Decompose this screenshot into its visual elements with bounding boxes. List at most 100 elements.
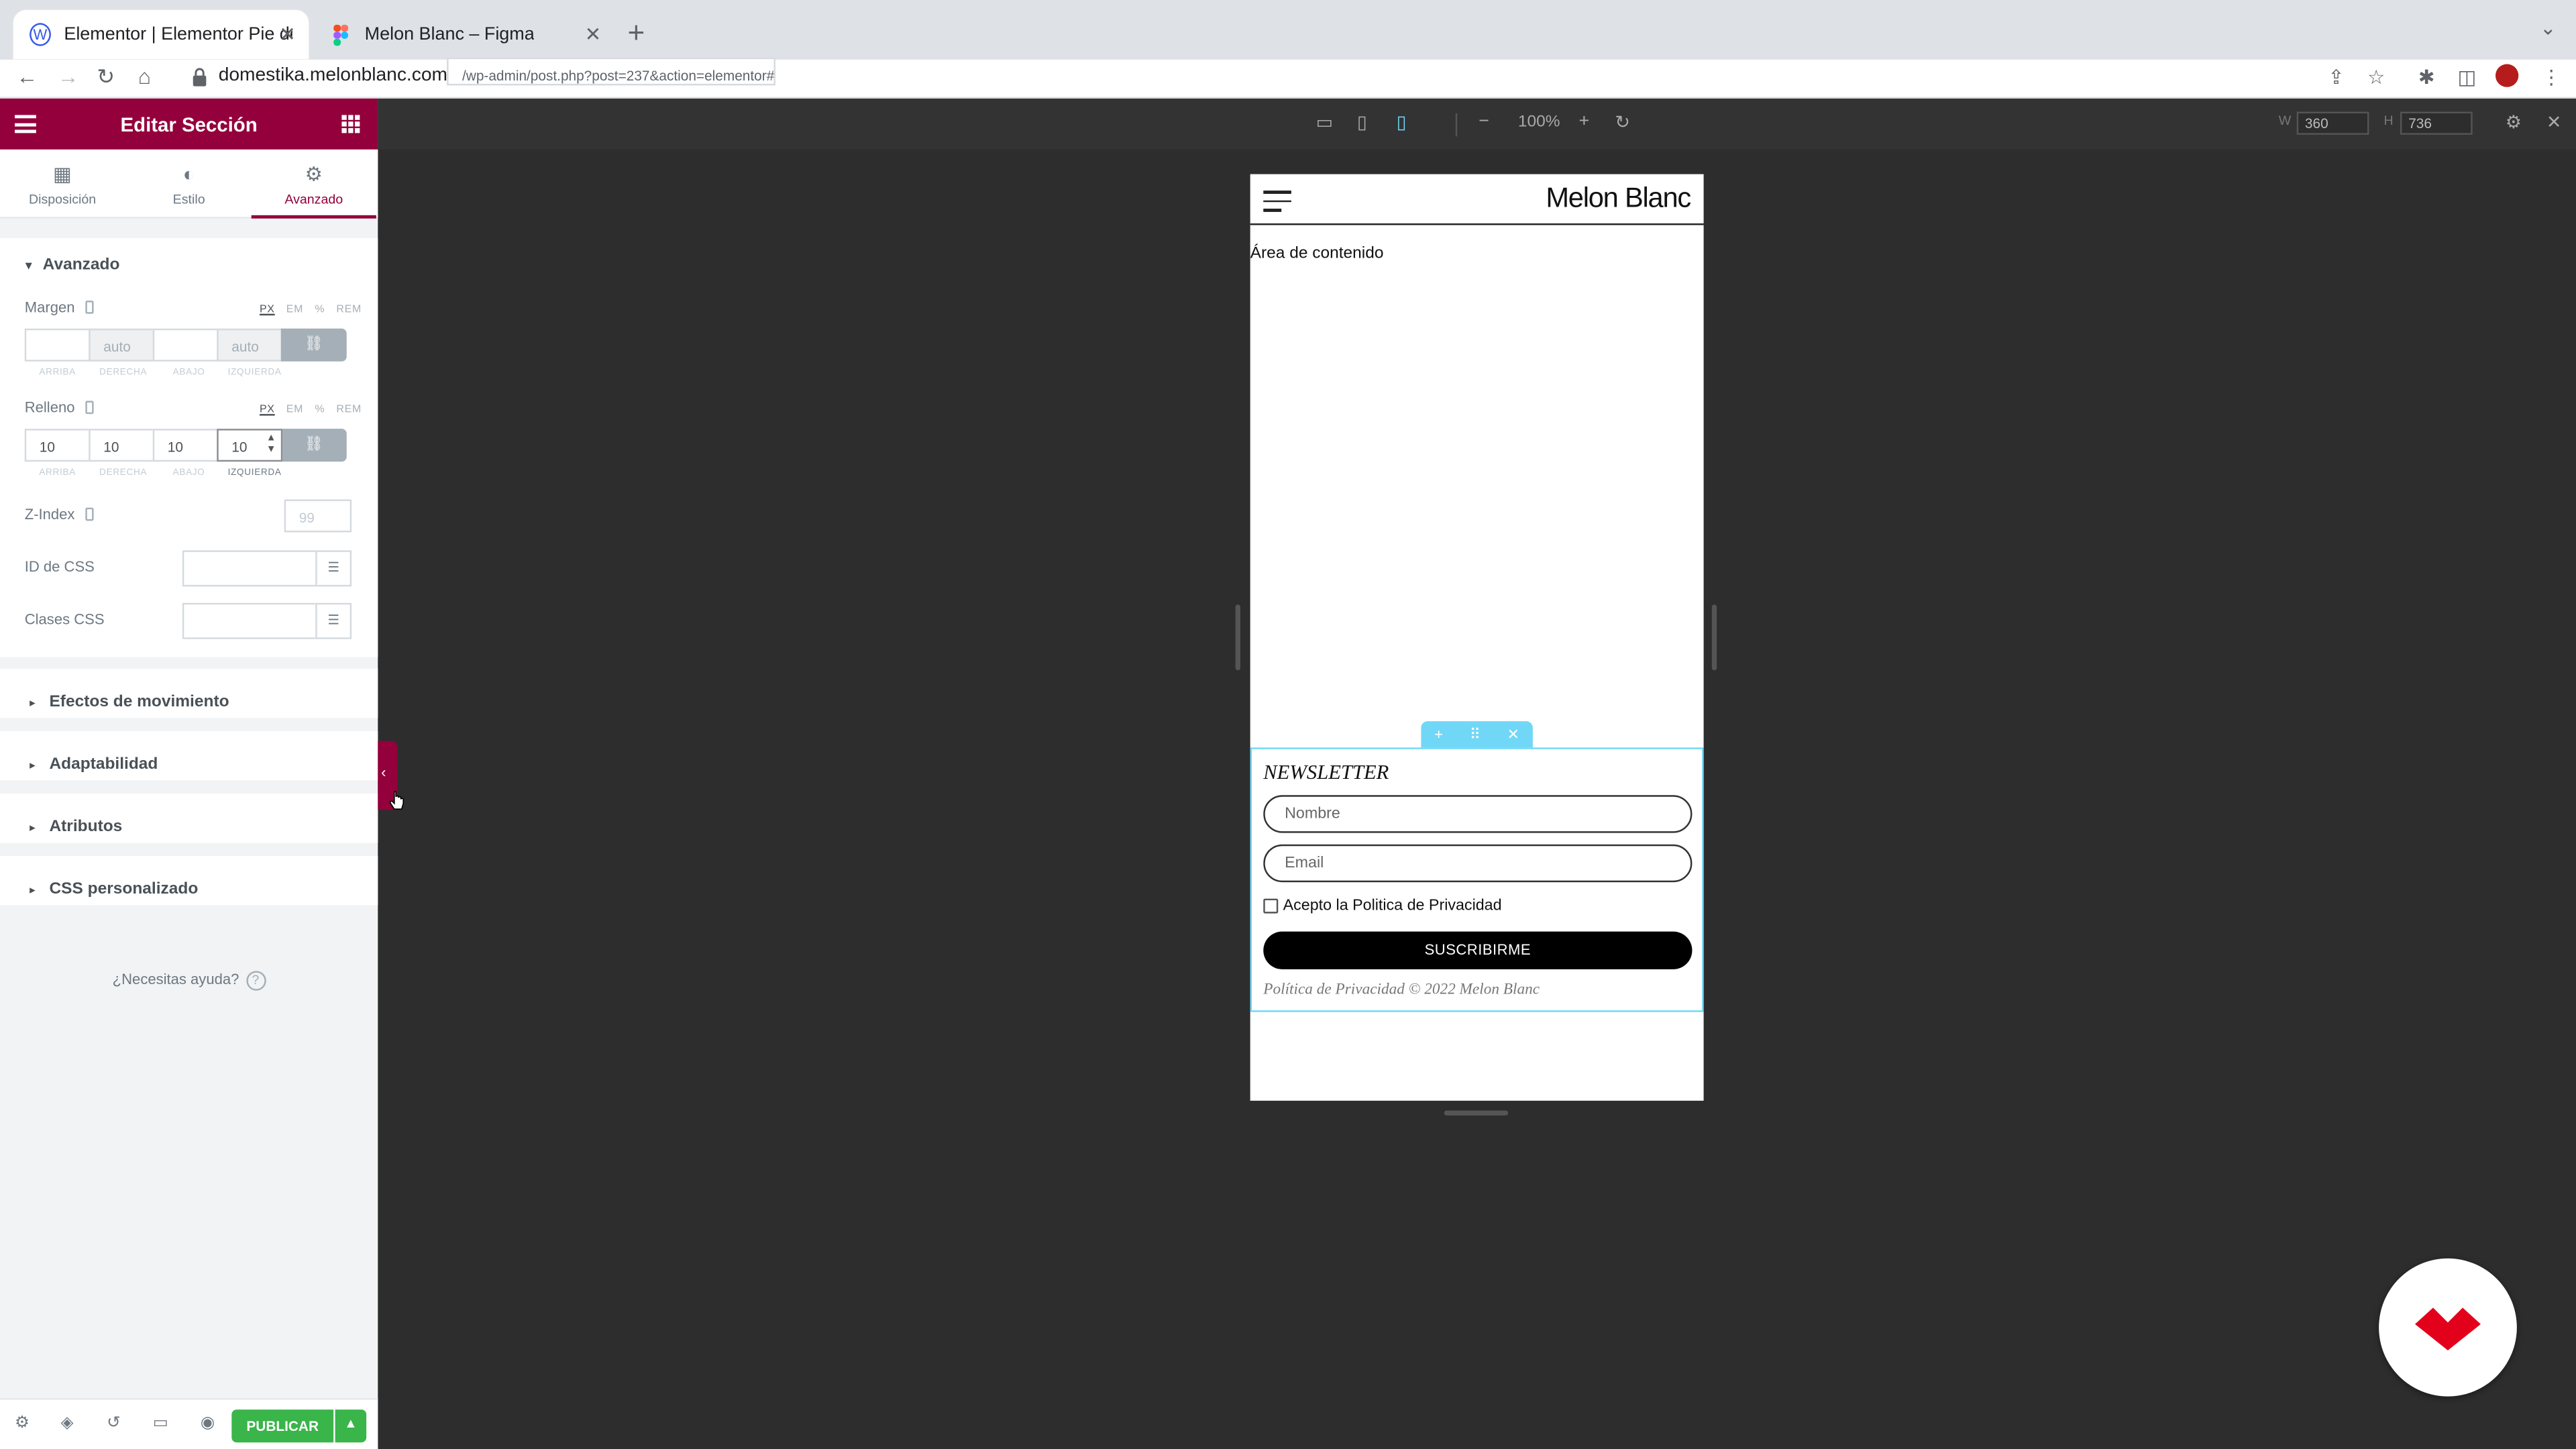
unit-px[interactable]: PX [260,304,275,315]
margin-bottom-input[interactable] [152,328,219,362]
publish-options-button[interactable]: ▲ [335,1409,367,1443]
padding-right-input[interactable]: 10 [89,429,155,462]
url-field[interactable]: domestika.melonblanc.com/wp-admin/post.p… [219,57,776,86]
padding-left-input[interactable]: 10 ▲ ▼ [217,429,283,462]
link-icon: ⛓ [304,335,323,352]
settings-gear-icon[interactable]: ⚙ [15,1415,30,1433]
tab-label: Disposición [28,192,97,207]
resize-handle-bottom[interactable] [1444,1110,1509,1116]
link-values-button[interactable]: ⛓ [280,429,347,462]
section-motion-effects[interactable]: ▸ Efectos de movimiento [0,668,378,718]
responsive-device-icon[interactable] [85,400,93,415]
widgets-grid-icon[interactable] [341,115,360,133]
zoom-out-icon[interactable]: − [1479,112,1489,131]
forward-icon[interactable]: → [58,64,79,89]
panel-header: Editar Sección [0,98,378,150]
unit-percent[interactable]: % [315,304,325,315]
share-icon[interactable]: ⇪ [2328,66,2345,89]
responsive-device-icon[interactable] [85,301,93,314]
lock-icon[interactable] [193,67,207,87]
section-custom-css[interactable]: ▸ CSS personalizado [0,855,378,906]
css-classes-input[interactable]: ☰ [182,602,352,639]
navigator-layers-icon[interactable]: ◈ [61,1415,74,1433]
responsive-device-icon[interactable] [85,507,93,521]
section-responsive[interactable]: ▸ Adaptabilidad [0,731,378,781]
margin-units: PX EM% REM [248,304,362,315]
advanced-section-toggle[interactable]: ▼ Avanzado [23,248,119,278]
side-label-left: IZQUIERDA [227,468,282,478]
link-values-button[interactable]: ⛓ [280,328,347,362]
email-field[interactable]: Email [1263,844,1693,883]
home-icon[interactable]: ⌂ [138,64,151,89]
dynamic-tags-icon[interactable]: ☰ [315,551,350,585]
responsive-mode-icon[interactable]: ▭ [153,1415,168,1433]
style-icon: ◐ [182,162,195,186]
site-logo[interactable]: Melon Blanc [1546,182,1691,215]
tablet-icon[interactable]: ▯ [1357,112,1367,133]
tab-estilo[interactable]: ◐ Estilo [127,150,252,219]
profile-avatar[interactable] [2496,64,2519,87]
unit-percent[interactable]: % [315,404,325,415]
close-icon[interactable]: ✕ [2546,112,2562,133]
section-attributes[interactable]: ▸ Atributos [0,793,378,843]
mobile-icon[interactable]: ▯ [1397,112,1407,133]
tab-disposicion[interactable]: ▦ Disposición [0,150,125,219]
unit-em[interactable]: EM [286,304,303,315]
resize-handle-right[interactable] [1711,604,1717,671]
extensions-icon[interactable]: ✱ [2418,66,2435,89]
margin-right-input[interactable]: auto [89,328,155,362]
kebab-menu-icon[interactable]: ⋮ [2542,66,2561,89]
subscribe-button[interactable]: SUSCRIBIRME [1263,931,1693,969]
width-input[interactable]: 360 [2296,111,2369,135]
tab-avanzado[interactable]: ⚙ Avanzado [251,150,376,219]
newsletter-section[interactable]: NEWSLETTER Nombre Email Acepto la Politi… [1250,747,1704,1012]
browser-tab-elementor[interactable]: W Elementor | Elementor Pie de p ✕ [13,9,309,60]
chevron-down-icon[interactable]: ⌄ [2540,16,2557,39]
new-tab-icon[interactable]: + [628,16,645,50]
zindex-input[interactable]: 99 [284,499,352,533]
margin-left-input[interactable]: auto [217,328,283,362]
unit-rem[interactable]: REM [336,404,362,415]
resize-handle-left[interactable] [1235,604,1240,671]
unit-em[interactable]: EM [286,404,303,415]
reset-zoom-icon[interactable]: ↻ [1615,112,1630,133]
elementor-panel: Editar Sección ▦ Disposición ◐ Estilo ⚙ … [0,98,378,1449]
css-id-input[interactable]: ☰ [182,550,352,587]
close-icon[interactable]: ✕ [585,23,602,46]
zoom-in-icon[interactable]: + [1578,112,1589,131]
desktop-icon[interactable]: ▭ [1316,112,1333,133]
tab-title: Melon Blanc – Figma [364,24,535,45]
name-field[interactable]: Nombre [1263,795,1693,833]
browser-tab-figma[interactable]: Melon Blanc – Figma ✕ [312,10,614,59]
tab-title: Elementor | Elementor Pie de p [64,24,292,45]
height-input[interactable]: 736 [2400,111,2473,135]
drag-handle-icon[interactable]: ⠿ [1470,725,1481,743]
stepper-arrows-icon[interactable]: ▲ ▼ [266,434,276,457]
padding-dimensions: 10 10 10 10 ▲ ▼ ⛓ [24,429,352,462]
back-icon[interactable]: ← [16,64,38,89]
history-icon[interactable]: ↺ [107,1415,121,1433]
help-text: ¿Necesitas ayuda? [112,971,239,987]
privacy-checkbox[interactable] [1263,898,1279,914]
sidebar-icon[interactable]: ◫ [2458,66,2477,89]
unit-px[interactable]: PX [260,404,275,415]
reload-icon[interactable]: ↻ [97,64,115,91]
star-icon[interactable]: ☆ [2367,66,2385,89]
add-section-icon[interactable]: + [1434,726,1443,742]
privacy-checkbox-row[interactable]: Acepto la Politica de Privacidad [1263,897,1502,915]
caret-right-icon: ▸ [30,822,36,835]
margin-top-input[interactable] [24,328,91,362]
padding-top-input[interactable]: 10 [24,429,91,462]
question-icon: ? [246,971,266,991]
unit-rem[interactable]: REM [336,304,362,315]
close-icon[interactable]: ✕ [279,23,296,46]
dynamic-tags-icon[interactable]: ☰ [315,604,350,638]
help-link[interactable]: ¿Necesitas ayuda?? [0,971,378,991]
padding-bottom-input[interactable]: 10 [152,429,219,462]
settings-gear-icon[interactable]: ⚙ [2506,112,2522,133]
hamburger-menu-icon[interactable] [1263,191,1291,217]
newsletter-footer-text: Política de Privacidad © 2022 Melon Blan… [1263,982,1540,999]
preview-eye-icon[interactable]: ◉ [201,1415,215,1433]
delete-section-icon[interactable]: ✕ [1507,725,1519,743]
publish-button[interactable]: PUBLICAR [231,1409,334,1443]
